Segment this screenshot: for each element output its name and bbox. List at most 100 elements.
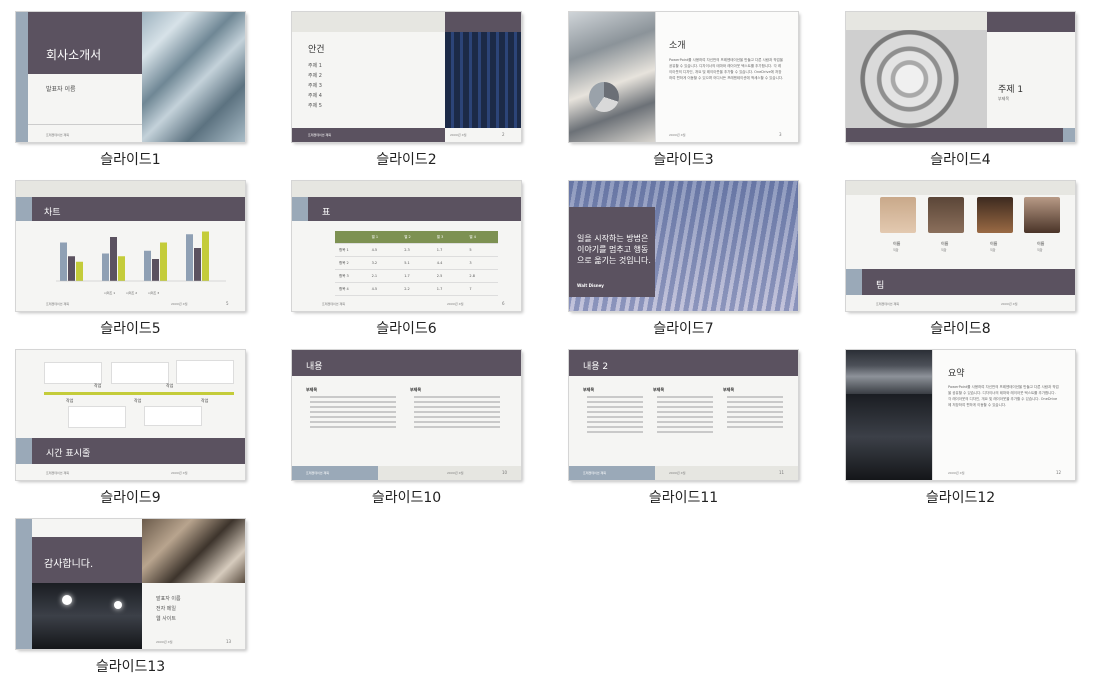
table-cell: 2.3 (404, 248, 410, 252)
table-cell: 열 4 (469, 234, 476, 239)
member-role-3: 직함 (990, 248, 996, 252)
slide-thumbnail-9[interactable]: 작업 작업 작업 작업 작업 시간 표시줄 프레젠테이션 제목 20XX년 X월 (16, 350, 245, 480)
slide-thumbnail-13[interactable]: 감사합니다. 발표자 이름 전자 메일 웹 사이트 20XX년 X월 13 (16, 519, 245, 649)
chart-legend-2: 시리즈 2 (126, 291, 138, 295)
table-cell: 항목 1 (339, 247, 349, 252)
milestone-top-2: 작업 (166, 383, 174, 388)
chart-bar (144, 250, 151, 281)
table-cell: 3.2 (371, 261, 378, 265)
slide-number: 10 (502, 470, 508, 475)
slide-title: 주제 1 (998, 85, 1024, 95)
light-orb-2 (114, 601, 122, 609)
slide-title: 시간 표시줄 (46, 449, 91, 459)
table-cell: 항목 3 (339, 273, 349, 278)
slide-footer: 프레젠테이션 제목 (308, 133, 332, 137)
slide-date: 20XX년 X월 (171, 471, 188, 475)
photo-stair-lights (32, 583, 142, 649)
left-accent-bar (292, 197, 308, 221)
column-body-1 (587, 396, 643, 436)
chart-legend-3: 시리즈 3 (148, 291, 160, 295)
column-body-1 (310, 396, 396, 431)
column-heading-2: 부제목 (653, 387, 665, 392)
right-accent-bar (1063, 128, 1075, 142)
slide-thumbnail-5[interactable]: 차트 시리즈 1 시리즈 2 시리즈 3 프레젠테이션 제목 20XX년 X월 … (16, 181, 245, 311)
agenda-item-3: 주제 3 (308, 83, 322, 89)
member-name-4: 이름 (1037, 241, 1045, 246)
top-gray-band (846, 12, 987, 30)
chart-bar (60, 242, 67, 281)
slide-caption-5: 슬라이드5 (100, 321, 161, 337)
chart-bar (194, 248, 201, 281)
vertical-divider (932, 350, 933, 480)
slide-thumbnail-11[interactable]: 내용 2 부제목 부제목 부제목 프레젠테이션 제목 20XX년 X월 11 (569, 350, 798, 480)
slide-thumbnail-7[interactable]: 일을 시작하는 방법은 이야기를 멈추고 행동으로 옮기는 것입니다. Walt… (569, 181, 798, 311)
chart-bar (202, 231, 209, 281)
milestone-top-1: 작업 (94, 383, 102, 388)
photo-team-meeting (569, 12, 655, 142)
slide-title: 요약 (948, 369, 965, 379)
chart-bar (118, 256, 125, 281)
body-text: PowerPoint를 사용하여 자신만의 프레젠테이션을 만들고 다른 사람과… (669, 58, 784, 80)
table-cell: 5.1 (404, 261, 410, 265)
slide-caption-4: 슬라이드4 (930, 152, 991, 168)
top-gray-band (292, 181, 521, 197)
photo-office-people (846, 350, 932, 394)
slide-date: 20XX년 X월 (156, 640, 173, 644)
table-cell: 열 3 (436, 234, 444, 239)
slide-thumbnail-3[interactable]: 소개 PowerPoint를 사용하여 자신만의 프레젠테이션을 만들고 다른 … (569, 12, 798, 142)
pie-chart-paper (589, 82, 619, 112)
vertical-divider (655, 12, 656, 142)
table-cell: 항목 2 (339, 260, 349, 265)
column-heading-1: 부제목 (583, 387, 595, 392)
slide-caption-13: 슬라이드13 (95, 659, 166, 675)
column-heading-1: 부제목 (306, 387, 318, 392)
table-cell: 3 (469, 261, 472, 265)
slide-footer: 프레젠테이션 제목 (876, 302, 900, 306)
photo-office-hall (846, 394, 932, 480)
left-accent-bar (16, 519, 32, 649)
table-cell: 4.5 (371, 248, 378, 252)
slide-date: 20XX년 X월 (669, 133, 686, 137)
team-photo-1 (880, 197, 916, 233)
column-body-2 (414, 396, 500, 431)
text-box-1 (44, 362, 102, 384)
member-role-1: 직함 (893, 248, 899, 252)
slide-thumbnail-10[interactable]: 내용 부제목 부제목 프레젠테이션 제목 20XX년 X월 10 (292, 350, 521, 480)
slide-number: 11 (779, 470, 785, 475)
slide-thumbnail-6[interactable]: 표 열 1 열 2 열 3 열 4 항목 1 4.5 2.3 1.7 5 항목 2 3.2 5.1 4.… (292, 181, 521, 311)
slide-subtitle: 발표자 이름 (46, 86, 76, 93)
slide-date: 20XX년 X월 (450, 133, 467, 137)
slide-thumbnail-12[interactable]: 요약 PowerPoint를 사용하여 자신만의 프레젠테이션을 만들고 다른 … (846, 350, 1075, 480)
slide-date: 20XX년 X월 (171, 302, 188, 306)
slide-caption-7: 슬라이드7 (653, 321, 714, 337)
photo-finance-screen (445, 32, 521, 128)
photo-glass-building (142, 12, 245, 142)
slide-thumbnail-1[interactable]: 회사소개서 발표자 이름 프레젠테이션 제목 (16, 12, 245, 142)
timeline-line (44, 392, 234, 395)
slide-footer: 프레젠테이션 제목 (322, 302, 346, 306)
slide-caption-12: 슬라이드12 (925, 490, 996, 506)
table-row: 항목 3 2.1 1.7 2.5 2.8 (335, 270, 498, 283)
left-accent-bar (16, 438, 32, 464)
title-band (32, 197, 245, 221)
slide-date: 20XX년 X월 (447, 302, 464, 306)
slide-title: 소개 (669, 41, 686, 51)
slide-subtitle: 부제목 (998, 96, 1010, 101)
slide-thumbnail-2[interactable]: 안건 주제 1 주제 2 주제 3 주제 4 주제 5 프레젠테이션 제목 20… (292, 12, 521, 142)
slide-thumbnail-8[interactable]: 이름 직함 이름 직함 이름 직함 이름 직함 팀 프레젠테이션 제목 20XX… (846, 181, 1075, 311)
photo-desk-laptop (142, 519, 245, 583)
chart-bar (186, 234, 193, 281)
slide-number: 3 (779, 132, 782, 137)
slide-number: 13 (226, 639, 232, 644)
top-right-band (987, 12, 1075, 32)
photo-spiral-staircase (846, 30, 987, 128)
left-accent-bar (16, 197, 32, 221)
divider (28, 124, 142, 125)
slide-number: 2 (502, 132, 505, 137)
slide-title: 감사합니다. (44, 559, 94, 570)
team-photo-3 (977, 197, 1013, 233)
slide-thumbnail-4[interactable]: 주제 1 부제목 (846, 12, 1075, 142)
slide-title: 차트 (44, 208, 61, 218)
slide-date: 20XX년 X월 (447, 471, 464, 475)
slide-date: 20XX년 X월 (948, 471, 965, 475)
